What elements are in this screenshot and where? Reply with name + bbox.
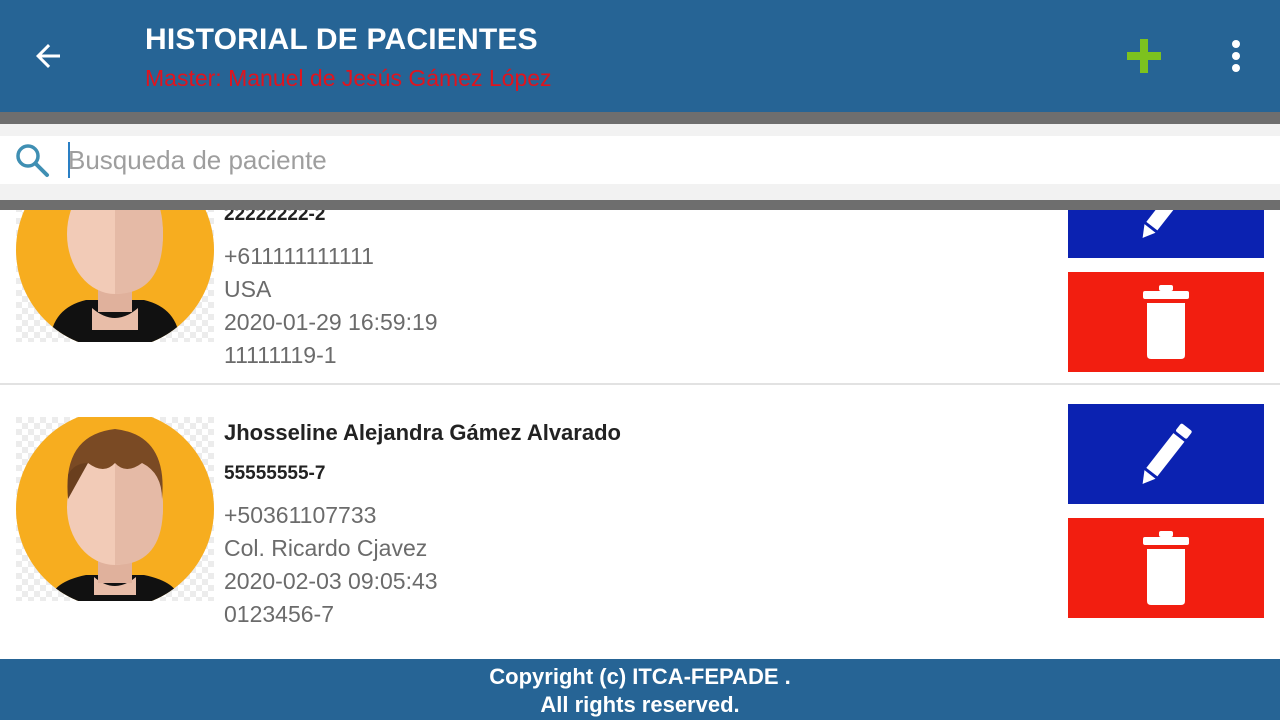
trash-icon — [1143, 531, 1189, 605]
patient-row[interactable]: Jhosseline Alejandra Gámez Alvarado 5555… — [0, 384, 1280, 651]
search-input[interactable] — [68, 142, 1258, 178]
patient-id-number: 55555555-7 — [224, 463, 326, 484]
search-bar — [0, 136, 1280, 184]
patient-code: 11111119-1 — [224, 342, 337, 368]
divider — [0, 112, 1280, 124]
patient-row[interactable]: 22222222-2 +611111111111 USA 2020-01-29 … — [0, 210, 1280, 385]
patient-address: Col. Ricardo Cjavez — [224, 535, 428, 561]
copyright-text: Copyright (c) ITCA-FEPADE . — [489, 664, 791, 689]
delete-patient-button[interactable] — [1068, 272, 1264, 372]
edit-patient-button[interactable] — [1068, 210, 1264, 258]
footer: Copyright (c) ITCA-FEPADE . All rights r… — [0, 659, 1280, 720]
text-cursor — [68, 142, 70, 178]
pencil-icon — [1142, 210, 1185, 238]
patient-code: 0123456-7 — [224, 601, 334, 627]
master-subtitle: Master: Manuel de Jesús Gámez López — [145, 65, 552, 91]
app-bar: HISTORIAL DE PACIENTES Master: Manuel de… — [0, 0, 1280, 112]
patient-name: Jhosseline Alejandra Gámez Alvarado — [224, 420, 621, 445]
back-button[interactable] — [24, 32, 72, 80]
patient-address: USA — [224, 276, 272, 302]
pencil-icon — [1142, 423, 1192, 484]
patient-phone: +611111111111 — [224, 243, 374, 269]
patient-date: 2020-01-29 16:59:19 — [224, 309, 438, 335]
delete-patient-button[interactable] — [1068, 518, 1264, 618]
patient-id-number: 22222222-2 — [224, 210, 326, 225]
patient-avatar — [16, 210, 214, 342]
add-patient-button[interactable] — [1120, 32, 1168, 80]
more-options-button[interactable] — [1212, 32, 1260, 80]
divider — [0, 124, 1280, 136]
edit-patient-button[interactable] — [1068, 404, 1264, 504]
patient-list[interactable]: 22222222-2 +611111111111 USA 2020-01-29 … — [0, 210, 1280, 659]
patient-avatar — [16, 417, 214, 601]
plus-icon — [1127, 39, 1161, 73]
patient-date: 2020-02-03 09:05:43 — [224, 568, 438, 594]
rights-text: All rights reserved. — [540, 692, 740, 717]
arrow-back-icon — [36, 44, 60, 68]
page-title: HISTORIAL DE PACIENTES — [145, 23, 538, 56]
divider — [0, 200, 1280, 210]
divider — [0, 184, 1280, 200]
more-vert-icon — [1232, 40, 1240, 72]
search-icon — [16, 144, 49, 177]
trash-icon — [1143, 285, 1189, 359]
patient-phone: +50361107733 — [224, 502, 377, 528]
